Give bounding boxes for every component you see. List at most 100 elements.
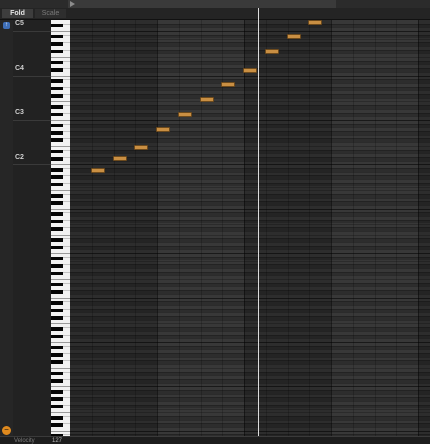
black-key[interactable] <box>51 49 63 54</box>
octave-divider <box>13 31 51 33</box>
black-key[interactable] <box>51 271 63 276</box>
black-key[interactable] <box>51 415 63 420</box>
black-key[interactable] <box>51 404 63 409</box>
black-key[interactable] <box>51 256 63 261</box>
midi-note[interactable] <box>199 97 214 103</box>
black-key[interactable] <box>51 290 63 294</box>
row-line <box>70 101 430 103</box>
midi-note[interactable] <box>243 67 257 73</box>
row-line <box>70 382 430 384</box>
loop-region[interactable] <box>68 0 336 8</box>
row-line <box>70 349 430 351</box>
black-key[interactable] <box>51 308 63 313</box>
row-line <box>70 197 430 199</box>
black-key[interactable] <box>51 86 63 91</box>
black-key[interactable] <box>51 68 63 72</box>
black-key[interactable] <box>51 34 63 39</box>
sixteenth-line <box>178 20 180 436</box>
midi-note[interactable] <box>134 145 149 151</box>
tab-fold[interactable]: Fold <box>2 9 33 18</box>
black-key[interactable] <box>51 397 63 402</box>
black-key[interactable] <box>51 327 63 331</box>
black-key[interactable] <box>51 175 63 180</box>
row-line <box>70 53 430 55</box>
row-line <box>70 190 430 192</box>
white-key-divider <box>51 323 70 325</box>
midi-note[interactable] <box>90 167 105 173</box>
row-line <box>70 216 430 218</box>
black-key[interactable] <box>51 105 63 109</box>
midi-note[interactable] <box>177 112 192 117</box>
black-key[interactable] <box>51 245 63 250</box>
playhead-line <box>258 8 259 444</box>
midi-note[interactable] <box>221 82 236 88</box>
row-line <box>70 127 430 129</box>
sixteenth-line <box>418 20 419 436</box>
black-key[interactable] <box>51 94 63 98</box>
left-control-column: ↑ − <box>0 20 14 436</box>
sixteenth-line <box>113 20 115 436</box>
row-line <box>70 164 430 166</box>
black-key[interactable] <box>51 423 63 427</box>
black-key[interactable] <box>51 79 63 83</box>
midi-note[interactable] <box>286 34 301 40</box>
black-key[interactable] <box>51 168 63 172</box>
octave-label: C2 <box>15 153 24 161</box>
black-key[interactable] <box>51 227 63 231</box>
play-marker-icon[interactable] <box>70 1 75 7</box>
white-key-divider <box>51 57 70 58</box>
velocity-toggle-icon[interactable]: − <box>2 426 11 435</box>
black-key[interactable] <box>51 201 63 205</box>
black-key[interactable] <box>51 371 63 376</box>
black-key[interactable] <box>51 345 63 350</box>
black-key[interactable] <box>51 360 63 365</box>
piano-keyboard[interactable] <box>51 20 70 439</box>
note-grid[interactable] <box>70 20 430 436</box>
black-key[interactable] <box>51 149 63 154</box>
white-key-divider <box>51 145 70 147</box>
row-line <box>70 179 430 181</box>
black-key[interactable] <box>51 123 63 128</box>
row-line <box>70 253 430 255</box>
midi-note[interactable] <box>308 20 323 25</box>
black-key[interactable] <box>51 334 63 339</box>
black-key[interactable] <box>51 282 63 287</box>
piano-roll-editor: Fold Scale ↑ − C6C5C4C3C2 Velocity 127 <box>0 0 430 444</box>
sixteenth-line <box>157 20 158 436</box>
midi-note[interactable] <box>112 156 127 162</box>
black-key[interactable] <box>51 23 63 28</box>
black-key[interactable] <box>51 378 63 383</box>
black-key[interactable] <box>51 390 63 394</box>
black-key[interactable] <box>51 212 63 217</box>
black-key[interactable] <box>51 182 63 187</box>
row-line <box>70 304 430 306</box>
black-key[interactable] <box>51 219 63 224</box>
black-key[interactable] <box>51 316 63 320</box>
row-line <box>70 393 430 395</box>
black-key[interactable] <box>51 238 63 242</box>
white-key-divider <box>51 412 70 414</box>
velocity-value[interactable]: 127 <box>52 438 62 444</box>
white-key-divider <box>51 279 70 280</box>
row-line <box>70 31 430 33</box>
row-line <box>70 364 430 366</box>
black-key[interactable] <box>51 353 63 357</box>
octave-label: C5 <box>15 20 24 28</box>
black-key[interactable] <box>51 138 63 143</box>
black-key[interactable] <box>51 60 63 65</box>
midi-note[interactable] <box>156 126 170 132</box>
row-line <box>70 260 430 262</box>
black-key[interactable] <box>51 264 63 268</box>
black-key[interactable] <box>51 131 63 135</box>
black-key[interactable] <box>51 42 63 46</box>
tab-scale[interactable]: Scale <box>35 9 66 18</box>
row-line <box>70 171 430 173</box>
preview-toggle-icon[interactable]: ↑ <box>3 22 10 29</box>
black-key[interactable] <box>51 112 63 117</box>
black-key[interactable] <box>51 301 63 305</box>
loop-strip[interactable] <box>0 0 430 8</box>
sixteenth-line <box>309 20 311 436</box>
midi-note[interactable] <box>264 49 279 55</box>
black-key[interactable] <box>51 193 63 198</box>
black-key[interactable] <box>51 156 63 161</box>
